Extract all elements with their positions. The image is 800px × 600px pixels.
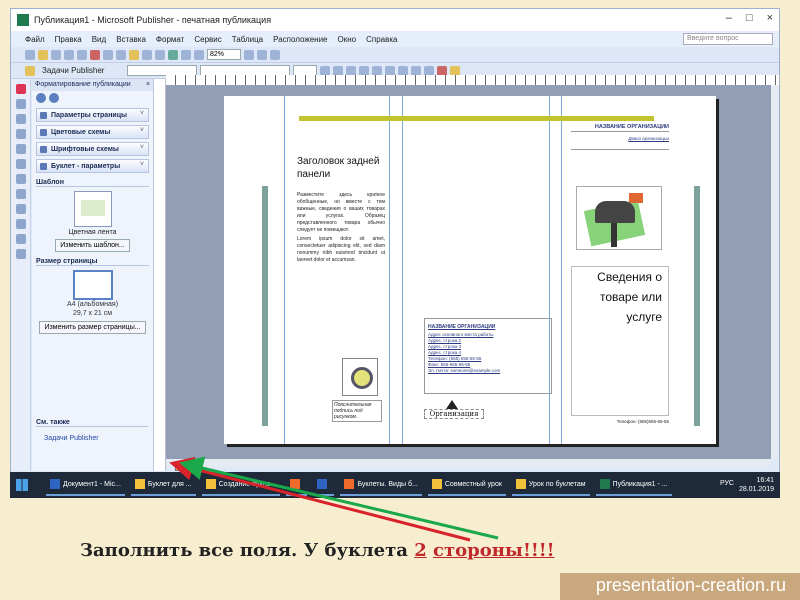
caption-highlight: стороны!!!!	[433, 540, 555, 561]
red-arrow	[169, 456, 471, 542]
caption-prefix: Заполнить все поля. У буклета	[80, 540, 415, 561]
annotation-arrows	[169, 456, 499, 542]
site-watermark: presentation-creation.ru	[595, 575, 786, 595]
green-arrow	[179, 456, 499, 540]
caption-number: 2	[414, 540, 427, 561]
slide-caption: Заполнить все поля. У буклета 2 стороны!…	[80, 540, 555, 561]
